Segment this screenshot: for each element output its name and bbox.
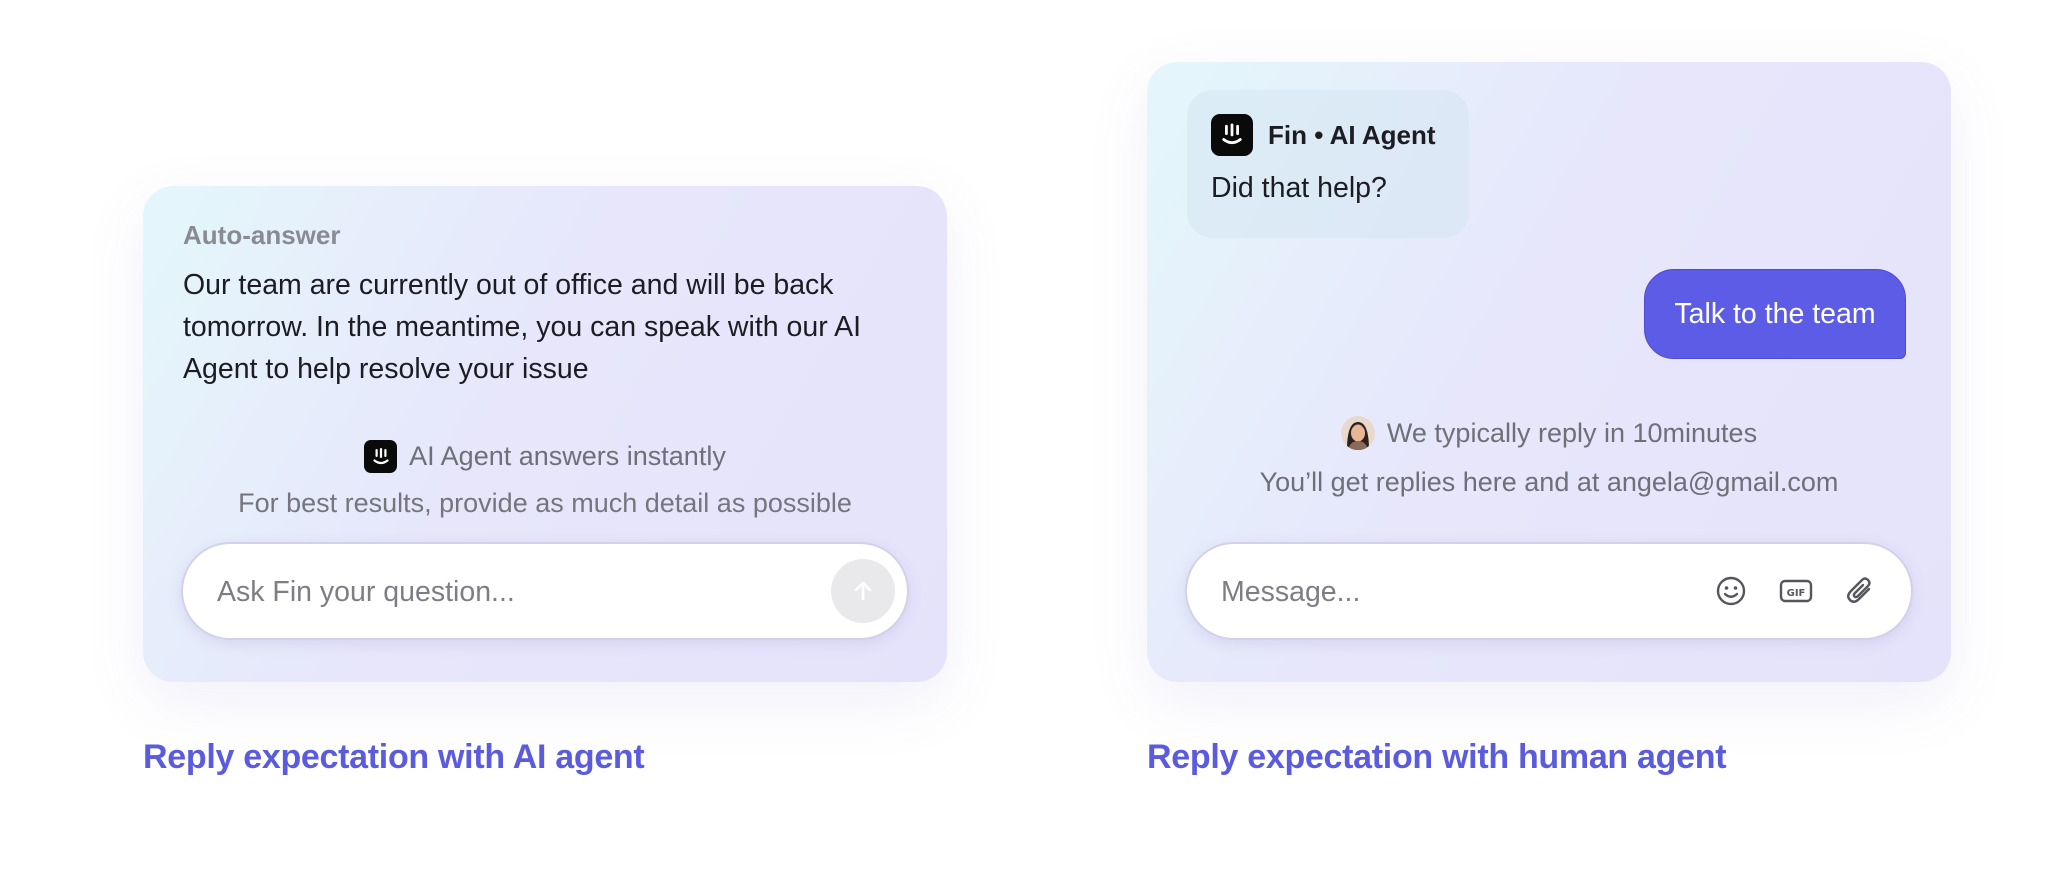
sender-name: Fin • AI Agent [1268,119,1436,150]
bot-message-bubble: Fin • AI Agent Did that help? [1187,90,1469,238]
fin-logo-icon [364,440,398,473]
reply-time-status: We typically reply in 10minutes [1147,416,1951,450]
agent-avatar [1340,416,1375,450]
ai-agent-status-text: AI Agent answers instantly [409,441,726,471]
bot-message-text: Did that help? [1211,172,1387,204]
caption-ai-agent: Reply expectation with AI agent [143,738,645,776]
bot-message-header: Fin • AI Agent [1211,114,1436,156]
arrow-up-icon [854,581,872,601]
ask-fin-input-bar [181,542,909,640]
human-agent-widget-card: Fin • AI Agent Did that help? Talk to th… [1147,62,1951,682]
paperclip-icon[interactable] [1842,573,1878,609]
talk-to-team-button[interactable]: Talk to the team [1644,269,1906,359]
auto-answer-message: Our team are currently out of office and… [183,269,862,385]
send-button[interactable] [831,559,895,623]
gif-icon[interactable]: GIF [1778,573,1814,609]
message-input[interactable] [1219,544,1683,640]
reply-time-text: We typically reply in 10minutes [1386,417,1758,448]
ai-agent-status: AI Agent answers instantly [143,440,947,473]
stage: Auto-answer Our team are currently out o… [0,0,2062,882]
detail-hint: For best results, provide as much detail… [238,488,852,518]
message-input-bar: GIF [1185,542,1913,640]
auto-answer-title: Auto-answer [183,220,341,250]
ask-fin-input[interactable] [215,544,779,640]
smiley-icon[interactable] [1713,573,1749,609]
svg-text:GIF: GIF [1787,588,1806,599]
fin-logo-icon [1211,114,1253,156]
caption-human-agent: Reply expectation with human agent [1147,738,1727,776]
email-note: You’ll get replies here and at angela@gm… [1259,467,1839,497]
ai-agent-widget-card: Auto-answer Our team are currently out o… [143,186,947,682]
